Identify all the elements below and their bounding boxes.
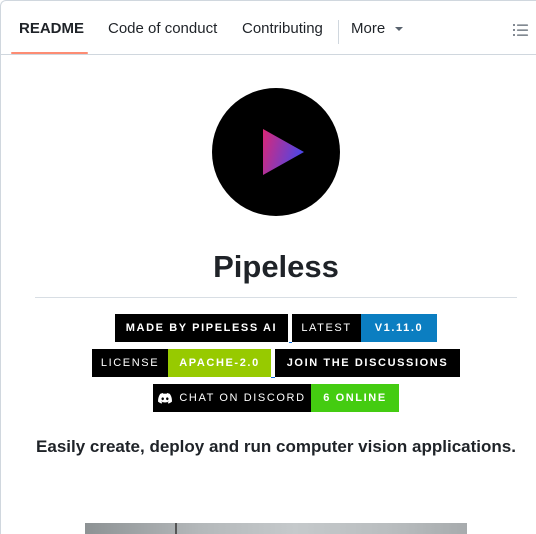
active-tab-indicator bbox=[11, 52, 88, 54]
discord-badge-value: 6 ONLINE bbox=[311, 384, 399, 412]
project-tagline: Easily create, deploy and run computer v… bbox=[36, 437, 516, 456]
title-divider bbox=[35, 297, 517, 298]
triangle-down-icon bbox=[395, 27, 404, 31]
link-underline bbox=[289, 342, 292, 343]
tab-readme[interactable]: README bbox=[19, 1, 84, 55]
license-badge-label: LICENSE bbox=[92, 349, 168, 377]
discord-icon bbox=[158, 392, 173, 404]
discussions-badge[interactable]: JOIN THE DISCUSSIONS bbox=[275, 349, 460, 377]
discord-badge-label-segment: CHAT ON DISCORD bbox=[153, 384, 311, 412]
readme-panel: README Code of conduct Contributing More bbox=[0, 0, 536, 534]
tab-divider bbox=[338, 20, 339, 44]
tab-code-of-conduct[interactable]: Code of conduct bbox=[108, 1, 217, 55]
latest-release-badge[interactable]: LATEST V1.11.0 bbox=[292, 314, 437, 342]
tab-readme-label: README bbox=[19, 19, 85, 37]
tab-more-dropdown[interactable]: More bbox=[351, 1, 404, 55]
made-by-badge[interactable]: MADE BY PIPELESS AI bbox=[115, 314, 288, 342]
license-badge-value: APACHE-2.0 bbox=[168, 349, 271, 377]
tab-code-of-conduct-label: Code of conduct bbox=[108, 19, 218, 37]
list-unordered-icon[interactable] bbox=[513, 23, 529, 37]
latest-badge-value: V1.11.0 bbox=[361, 314, 437, 342]
readme-title: Pipeless bbox=[213, 249, 339, 284]
tab-contributing-label: Contributing bbox=[242, 19, 323, 37]
play-icon bbox=[263, 129, 304, 175]
pipeless-logo bbox=[212, 88, 340, 216]
license-badge[interactable]: LICENSE APACHE-2.0 bbox=[92, 349, 271, 377]
demo-preview-image bbox=[85, 523, 467, 534]
readme-tab-bar: README Code of conduct Contributing More bbox=[1, 1, 536, 55]
made-by-badge-label: MADE BY PIPELESS AI bbox=[115, 314, 288, 342]
discord-badge-label: CHAT ON DISCORD bbox=[179, 392, 306, 404]
tab-contributing[interactable]: Contributing bbox=[242, 1, 323, 55]
tab-more-label: More bbox=[351, 19, 386, 37]
discussions-badge-label: JOIN THE DISCUSSIONS bbox=[275, 349, 460, 377]
link-underline bbox=[271, 377, 275, 378]
discord-badge[interactable]: CHAT ON DISCORD 6 ONLINE bbox=[153, 384, 399, 412]
preview-image-detail bbox=[175, 523, 177, 534]
latest-badge-label: LATEST bbox=[292, 314, 361, 342]
